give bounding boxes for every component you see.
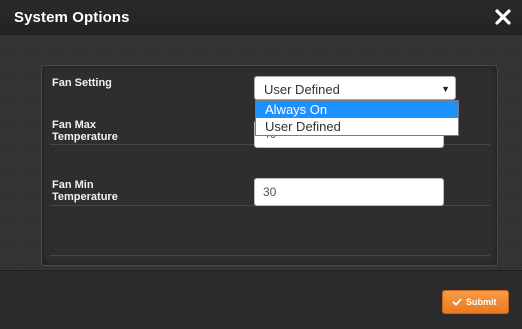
- system-options-dialog: System Options Fan Setting User Defined …: [0, 0, 522, 329]
- fan-max-label-line2: Temperature: [52, 131, 118, 143]
- dropdown-option-always-on[interactable]: Always On: [256, 101, 458, 118]
- fan-setting-dropdown-list: Always On User Defined: [255, 100, 459, 136]
- close-icon: [495, 9, 511, 25]
- fan-min-temperature-input[interactable]: [254, 178, 444, 206]
- fan-setting-label-text: Fan Setting: [52, 77, 112, 89]
- dialog-footer: Submit: [0, 270, 522, 329]
- dropdown-option-user-defined[interactable]: User Defined: [256, 118, 458, 135]
- fan-min-label-line1: Fan Min: [52, 179, 94, 191]
- fan-min-temperature-label: Fan Min Temperature: [52, 179, 172, 203]
- dialog-body: Fan Setting User Defined ▼ Always On Use…: [0, 35, 522, 270]
- check-icon: [452, 298, 462, 306]
- fan-setting-selected-value: User Defined: [264, 82, 340, 97]
- row-divider: [50, 255, 490, 256]
- close-button[interactable]: [490, 4, 516, 30]
- caret-down-icon: ▼: [441, 84, 450, 94]
- fan-max-label-line1: Fan Max: [52, 119, 97, 131]
- dialog-titlebar: System Options: [0, 0, 522, 35]
- fan-min-label-line2: Temperature: [52, 191, 118, 203]
- dialog-title: System Options: [14, 9, 130, 26]
- fan-max-temperature-label: Fan Max Temperature: [52, 119, 172, 143]
- submit-button[interactable]: Submit: [442, 290, 509, 314]
- submit-label: Submit: [466, 297, 497, 307]
- fan-setting-select[interactable]: User Defined ▼: [254, 76, 456, 100]
- settings-panel: Fan Setting User Defined ▼ Always On Use…: [41, 65, 498, 266]
- fan-setting-label: Fan Setting: [52, 77, 172, 89]
